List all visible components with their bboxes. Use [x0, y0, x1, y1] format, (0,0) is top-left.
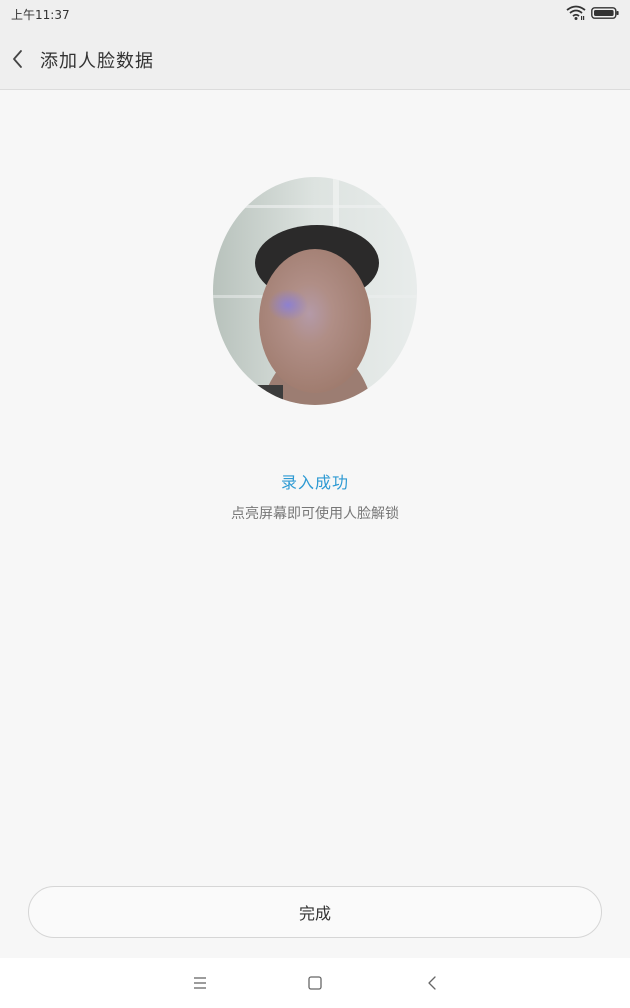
back-icon[interactable]: [424, 973, 440, 993]
enroll-success-subtitle: 点亮屏幕即可使用人脸解锁: [231, 506, 399, 522]
chevron-left-icon[interactable]: [6, 44, 32, 74]
wifi-icon: [566, 5, 586, 20]
battery-icon: [591, 7, 619, 19]
face-preview-photo: [213, 177, 417, 405]
enroll-success-title: 录入成功: [280, 473, 349, 492]
navigation-bar: [0, 958, 630, 1008]
status-bar: 上午11:37: [0, 0, 630, 28]
menu-icon[interactable]: [190, 974, 210, 992]
status-time: 上午11:37: [11, 8, 70, 22]
page-title: 添加人脸数据: [40, 51, 154, 72]
app-header: 添加人脸数据: [0, 28, 630, 90]
home-icon[interactable]: [306, 974, 324, 992]
face-enroll-screen: 上午11:37 添加人脸数据 录入成功 点亮屏幕即可使用人脸解锁 完成: [0, 0, 630, 1008]
done-button[interactable]: 完成: [28, 886, 602, 938]
